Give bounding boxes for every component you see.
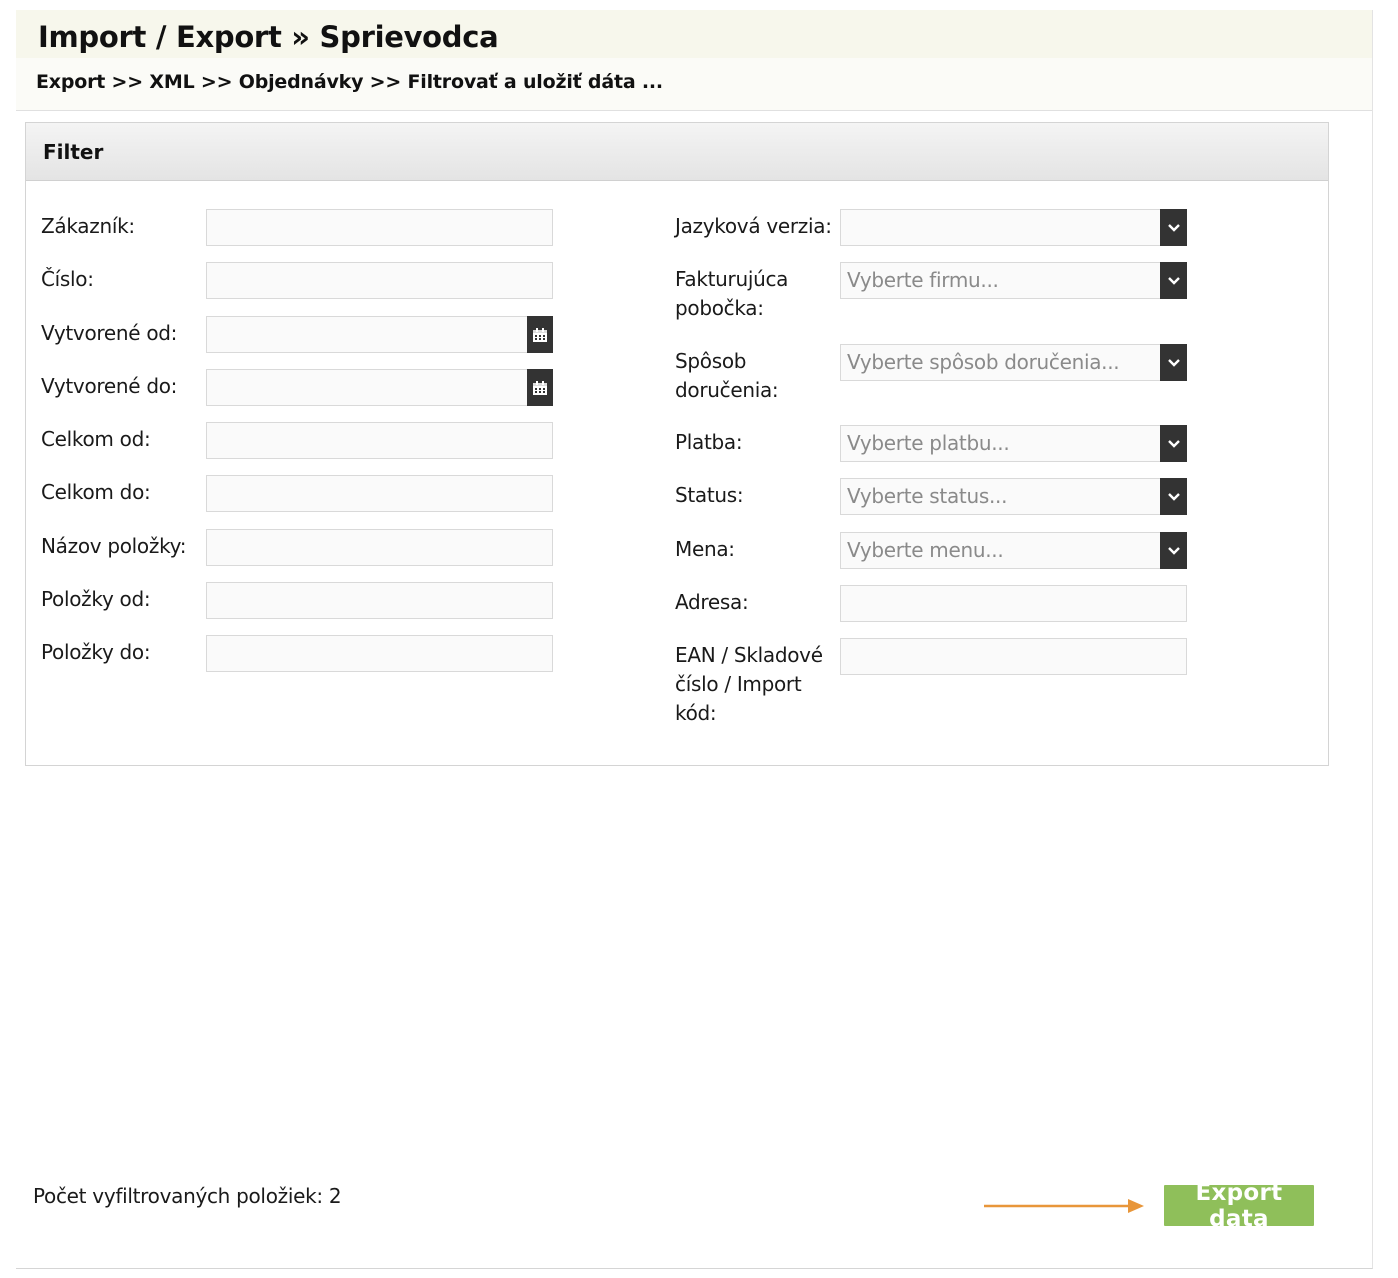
currency-label: Mena: xyxy=(675,537,735,561)
payment-select[interactable]: Vyberte platbu... xyxy=(840,425,1187,462)
breadcrumb: Export >> XML >> Objednávky >> Filtrovať… xyxy=(36,71,663,93)
payment-label: Platba: xyxy=(675,430,743,454)
ean-input[interactable] xyxy=(840,638,1187,675)
chevron-down-icon xyxy=(1160,425,1187,462)
language-version-label: Jazyková verzia: xyxy=(675,214,832,238)
address-input[interactable] xyxy=(840,585,1187,622)
calendar-icon xyxy=(533,380,547,395)
billing-branch-placeholder: Vyberte firmu... xyxy=(847,268,999,292)
status-label: Status: xyxy=(675,483,744,507)
wizard-frame: Import / Export » Sprievodca Export >> X… xyxy=(16,10,1373,1269)
items-from-label: Položky od: xyxy=(41,587,151,611)
items-to-label: Položky do: xyxy=(41,640,151,664)
total-from-label: Celkom od: xyxy=(41,427,151,451)
status-placeholder: Vyberte status... xyxy=(847,484,1008,508)
item-name-input[interactable] xyxy=(206,529,553,566)
created-from-calendar-button[interactable] xyxy=(527,316,553,353)
number-label: Číslo: xyxy=(41,267,94,291)
address-label: Adresa: xyxy=(675,590,749,614)
created-from-label: Vytvorené od: xyxy=(41,321,178,345)
export-data-button[interactable]: Export data xyxy=(1164,1180,1314,1232)
customer-input[interactable] xyxy=(206,209,553,246)
total-to-label: Celkom do: xyxy=(41,480,151,504)
billing-branch-label: Fakturujúca pobočka: xyxy=(675,265,788,323)
page-header: Import / Export » Sprievodca Export >> X… xyxy=(16,10,1372,111)
items-to-input[interactable] xyxy=(206,635,553,672)
filter-panel: Filter Zákazník: Číslo: Vytvorené od: Vy… xyxy=(25,122,1329,766)
ean-label: EAN / Skladové číslo / Import kód: xyxy=(675,641,823,728)
chevron-down-icon xyxy=(1160,532,1187,569)
created-to-input[interactable] xyxy=(206,369,528,406)
calendar-icon xyxy=(533,327,547,342)
delivery-method-select[interactable]: Vyberte spôsob doručenia... xyxy=(840,344,1187,381)
number-input[interactable] xyxy=(206,262,553,299)
ean-label-line-3: kód: xyxy=(675,701,717,725)
created-to-calendar-button[interactable] xyxy=(527,369,553,406)
arrow-right-icon xyxy=(984,1199,1144,1213)
total-to-input[interactable] xyxy=(206,475,553,512)
currency-placeholder: Vyberte menu... xyxy=(847,538,1004,562)
delivery-method-label-line-1: Spôsob xyxy=(675,349,747,373)
item-name-label: Názov položky: xyxy=(41,534,187,558)
created-from-input[interactable] xyxy=(206,316,528,353)
currency-select[interactable]: Vyberte menu... xyxy=(840,532,1187,569)
billing-branch-select[interactable]: Vyberte firmu... xyxy=(840,262,1187,299)
billing-branch-label-line-1: Fakturujúca xyxy=(675,267,789,291)
total-from-input[interactable] xyxy=(206,422,553,459)
delivery-method-label-line-2: doručenia: xyxy=(675,378,779,402)
chevron-down-icon xyxy=(1160,262,1187,299)
created-to-label: Vytvorené do: xyxy=(41,374,178,398)
ean-label-line-2: číslo / Import xyxy=(675,672,802,696)
chevron-down-icon xyxy=(1160,209,1187,246)
filtered-count-text: Počet vyfiltrovaných položiek: 2 xyxy=(33,1184,342,1208)
status-select[interactable]: Vyberte status... xyxy=(840,478,1187,515)
billing-branch-label-line-2: pobočka: xyxy=(675,296,764,320)
delivery-method-placeholder: Vyberte spôsob doručenia... xyxy=(847,350,1120,374)
items-from-input[interactable] xyxy=(206,582,553,619)
delivery-method-label: Spôsob doručenia: xyxy=(675,347,779,405)
filter-panel-title: Filter xyxy=(43,140,104,164)
page-title: Import / Export » Sprievodca xyxy=(38,20,499,54)
ean-label-line-1: EAN / Skladové xyxy=(675,643,823,667)
chevron-down-icon xyxy=(1160,478,1187,515)
language-version-select[interactable] xyxy=(840,209,1187,246)
chevron-down-icon xyxy=(1160,344,1187,381)
payment-placeholder: Vyberte platbu... xyxy=(847,431,1010,455)
filter-panel-header: Filter xyxy=(26,123,1328,181)
customer-label: Zákazník: xyxy=(41,214,135,238)
